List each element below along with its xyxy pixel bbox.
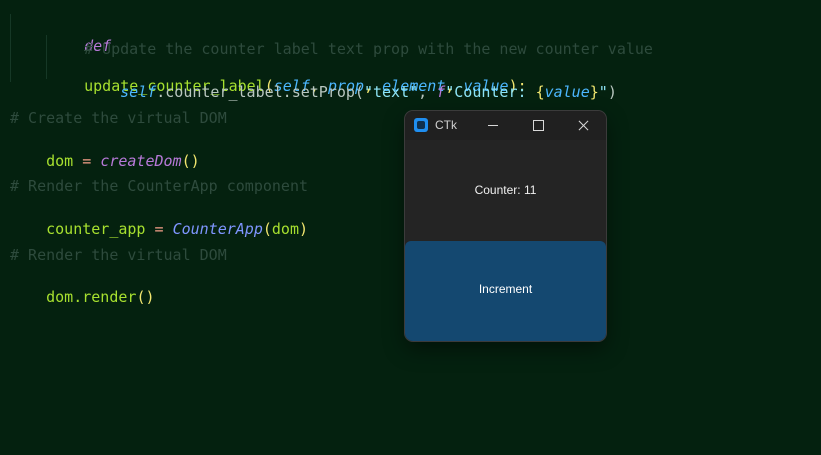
maximize-icon xyxy=(533,120,544,131)
close-paren: ) xyxy=(607,83,617,101)
ctk-app-icon xyxy=(414,118,428,132)
comma: , xyxy=(418,83,437,101)
counter-label: Counter: 11 xyxy=(474,183,537,197)
string-text: "text" xyxy=(363,83,419,101)
window-content: Counter: 11 Increment xyxy=(405,140,606,341)
close-button[interactable] xyxy=(560,111,606,140)
variable-dom: dom xyxy=(46,152,74,170)
fstring-value: value xyxy=(544,83,590,101)
code-line-6-comment: # Render the CounterApp component xyxy=(10,177,309,195)
assign-op: = xyxy=(145,220,173,238)
code-line-8-comment: # Render the virtual DOM xyxy=(10,246,227,264)
increment-button[interactable]: Increment xyxy=(405,241,606,341)
fstring-brace-close: } xyxy=(589,83,599,101)
code-line-4-comment: # Create the virtual DOM xyxy=(10,109,227,127)
close-icon xyxy=(578,119,590,131)
open-paren: ( xyxy=(262,220,272,238)
parens: () xyxy=(136,288,155,306)
dom-object: dom xyxy=(46,288,74,306)
indent-guide xyxy=(10,14,11,82)
dom-arg: dom xyxy=(271,220,299,238)
variable-counter-app: counter_app xyxy=(46,220,146,238)
code-line-2-comment: # Update the counter label text prop wit… xyxy=(84,40,653,58)
minimize-icon xyxy=(488,125,498,126)
create-dom-call: createDom xyxy=(100,152,182,170)
code-line-9: dom.render() xyxy=(10,267,155,327)
self-ref: self xyxy=(120,83,157,101)
assign-op: = xyxy=(73,152,101,170)
close-paren: ) xyxy=(299,220,309,238)
ctk-window: CTk Counter: 11 Increment xyxy=(405,111,606,341)
minimize-button[interactable] xyxy=(470,111,516,140)
indent-guide xyxy=(46,35,47,79)
fstring-end: " xyxy=(598,83,608,101)
render-method: .render xyxy=(73,288,137,306)
fstring-prefix: f xyxy=(436,83,446,101)
title-bar[interactable]: CTk xyxy=(405,111,606,140)
parens: () xyxy=(181,152,200,170)
method-call: .counter_label.setProp( xyxy=(156,83,364,101)
counter-app-class: CounterApp xyxy=(172,220,263,238)
fstring-start: "Counter: xyxy=(445,83,536,101)
fstring-brace-open: { xyxy=(535,83,545,101)
window-title: CTk xyxy=(435,118,457,132)
maximize-button[interactable] xyxy=(515,111,561,140)
